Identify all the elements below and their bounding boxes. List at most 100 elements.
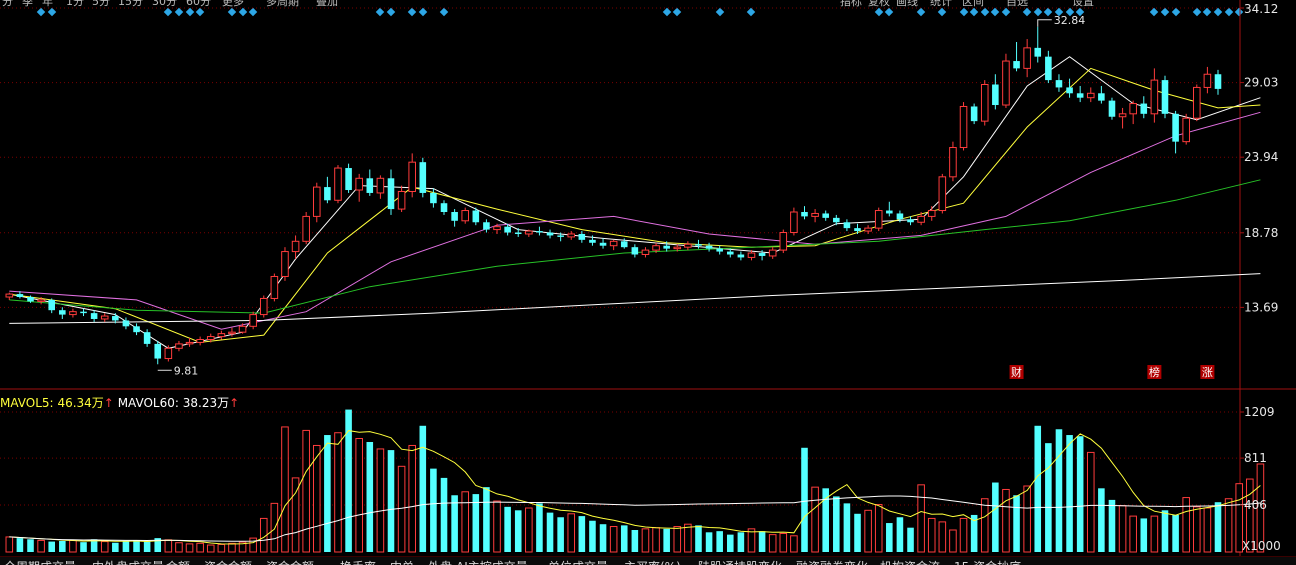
volume-bar: [1224, 498, 1233, 553]
candlestick: [684, 241, 692, 251]
candle-body: [874, 210, 883, 229]
candle-body: [324, 187, 331, 201]
candlestick: [1129, 100, 1137, 125]
volume-bar: [504, 506, 511, 552]
ma-line-ma20: [9, 111, 1261, 330]
volume-bars: [5, 409, 1265, 553]
candle-body: [504, 226, 511, 233]
candlestick: [949, 141, 957, 182]
candlestick: [175, 340, 183, 352]
candlestick: [419, 157, 427, 198]
candlestick: [90, 310, 98, 322]
volume-bar: [620, 525, 628, 552]
volume-bar: [854, 513, 861, 552]
candle-body: [631, 247, 639, 255]
candle-body: [1203, 73, 1212, 88]
candle-body: [1013, 61, 1020, 69]
moving-average-lines: [9, 56, 1261, 349]
candlestick: [811, 209, 819, 223]
volume-bar: [726, 534, 734, 552]
candlestick: [259, 295, 268, 318]
candle-body: [69, 311, 77, 316]
candle-body: [27, 297, 34, 302]
candlestick: [196, 336, 204, 346]
candlestick: [408, 153, 416, 198]
event-marker-label: 榜: [1149, 365, 1160, 379]
volume-bar: [1055, 429, 1063, 552]
volume-bar: [59, 540, 66, 552]
candle-body: [705, 245, 713, 249]
volume-bar: [483, 487, 490, 552]
volume-bar: [705, 532, 713, 552]
candle-body: [419, 162, 427, 193]
candle-body: [578, 233, 586, 240]
volume-bar: [1076, 436, 1084, 552]
candle-body: [355, 177, 363, 191]
candlestick: [376, 175, 385, 199]
candlestick: [249, 311, 257, 330]
event-marker: 涨: [1200, 365, 1215, 379]
volume-bar: [684, 523, 692, 553]
candle-body: [100, 315, 109, 320]
volume-bar: [16, 538, 24, 552]
candlestick: [69, 308, 77, 318]
candlestick: [5, 292, 14, 300]
volume-bar: [228, 542, 236, 553]
volume-bar: [1002, 488, 1010, 553]
event-marker-label: 财: [1011, 365, 1022, 379]
candle-body: [854, 228, 861, 232]
candle-body: [281, 251, 289, 277]
candle-body: [206, 336, 215, 341]
candle-body: [217, 333, 226, 338]
candle-body: [716, 248, 723, 252]
candlestick: [980, 80, 989, 126]
candlestick: [874, 207, 883, 232]
candle-body: [1076, 93, 1084, 98]
volume-bar: [1214, 502, 1222, 552]
candle-body: [779, 232, 788, 251]
candlestick: [1193, 84, 1201, 122]
volume-bar: [164, 539, 173, 553]
candlestick: [959, 102, 968, 151]
high-price-marker: 32.84: [1037, 14, 1085, 27]
candlestick: [270, 273, 279, 302]
volume-bar: [716, 531, 723, 552]
candlestick: [609, 239, 618, 251]
candlestick: [366, 169, 374, 196]
candle-body: [334, 167, 342, 201]
candlestick: [1023, 39, 1031, 78]
volume-bar: [461, 491, 470, 553]
volume-bar: [366, 441, 374, 552]
volume-bar: [959, 517, 968, 553]
candle-body: [1172, 113, 1179, 142]
candle-body: [684, 243, 692, 248]
volume-bar: [1203, 507, 1212, 553]
candle-body: [1129, 103, 1137, 115]
candle-body: [652, 245, 660, 251]
volume-bar: [907, 527, 914, 552]
candlestick: [1002, 53, 1010, 108]
candlestick: [281, 247, 289, 281]
candle-body: [154, 343, 162, 359]
volume-bar: [673, 526, 682, 553]
candle-body: [440, 203, 448, 212]
candlestick: [334, 165, 342, 204]
low-price-marker: 9.81: [157, 364, 198, 377]
candlestick: [324, 176, 331, 204]
volume-bar: [1034, 425, 1042, 552]
candle-body: [366, 178, 374, 193]
candlestick: [779, 229, 788, 254]
candlestick: [992, 74, 999, 110]
candle-body: [80, 311, 87, 314]
price-candlestick-chart: 34.12 29.03 23.94 18.78 13.69 32.84 9.81 财 榜 涨: [0, 0, 1296, 390]
candle-body: [938, 176, 947, 212]
ma-line-ma10: [9, 67, 1261, 343]
volume-bar: [27, 539, 34, 552]
volume-bar: [324, 435, 331, 552]
candlestick: [917, 212, 925, 226]
volume-bar: [175, 542, 183, 553]
candlestick: [1013, 42, 1020, 72]
candlestick: [1066, 78, 1073, 98]
candle-body: [472, 210, 480, 223]
volume-bar: [779, 532, 788, 553]
